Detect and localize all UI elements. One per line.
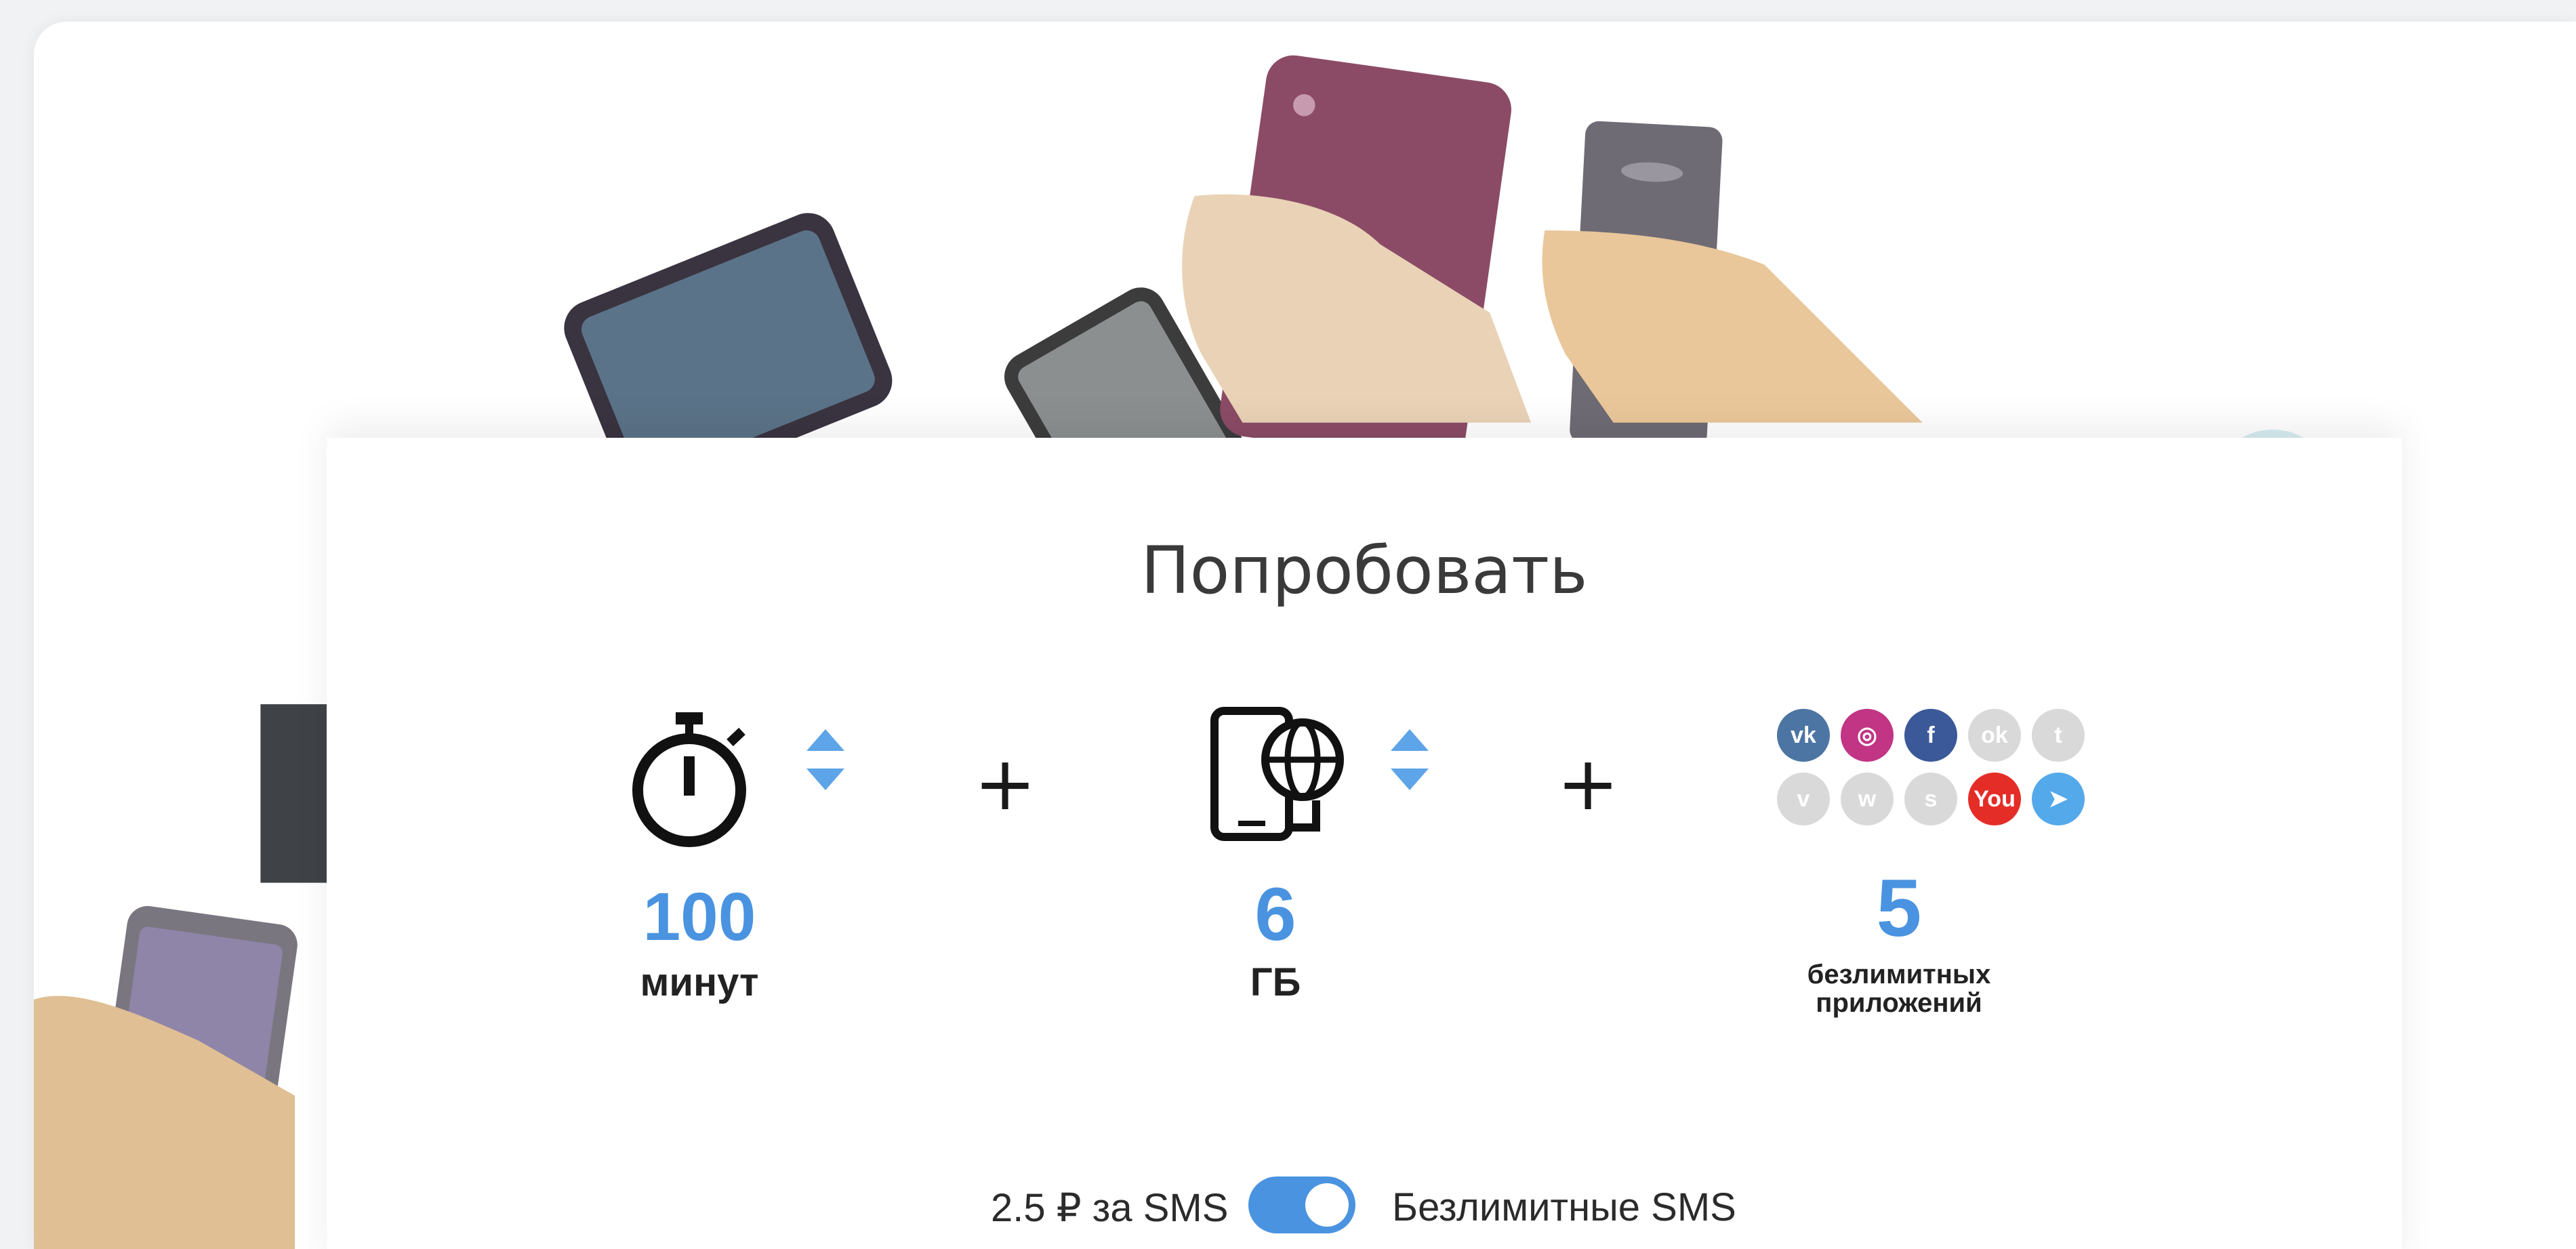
page-title: Попробовать (1141, 533, 1588, 609)
skype-icon[interactable]: s (1904, 773, 1957, 825)
minutes-value: 100 (642, 879, 756, 955)
toggle-knob (1305, 1183, 1349, 1227)
data-unit: ГБ (1250, 960, 1301, 1004)
decor-shape (260, 704, 329, 883)
minutes-up-arrow[interactable] (806, 729, 844, 751)
tariff-card: Попробовать 100 минут + 6 ГБ + vk ◎ f ok… (327, 438, 2402, 1249)
telegram-icon[interactable]: ➤ (2032, 773, 2085, 825)
minutes-down-arrow[interactable] (806, 769, 844, 790)
stopwatch-icon (632, 712, 746, 847)
plus-sign: + (974, 740, 1037, 827)
data-stepper[interactable] (1389, 729, 1430, 790)
facebook-icon[interactable]: f (1904, 709, 1957, 762)
apps-unit-line2: приложений (1816, 988, 1982, 1018)
vk-icon[interactable]: vk (1777, 709, 1830, 762)
phone-globe-icon (1210, 707, 1344, 841)
viber-icon[interactable]: v (1777, 773, 1830, 825)
minutes-stepper[interactable] (805, 729, 846, 790)
apps-grid: vk ◎ f ok t v w s You ➤ (1777, 709, 2089, 838)
page-card: Попробовать 100 минут + 6 ГБ + vk ◎ f ok… (34, 22, 2576, 1249)
data-down-arrow[interactable] (1391, 769, 1429, 790)
youtube-icon[interactable]: You (1968, 773, 2021, 825)
sms-paid-label[interactable]: 2.5 ₽ за SMS (991, 1185, 1228, 1231)
sms-unlimited-label[interactable]: Безлимитные SMS (1392, 1185, 1736, 1230)
data-up-arrow[interactable] (1391, 729, 1429, 751)
apps-value: 5 (1876, 863, 1922, 954)
plus-sign-2: + (1557, 740, 1620, 827)
data-value: 6 (1254, 873, 1296, 956)
instagram-icon[interactable]: ◎ (1841, 709, 1894, 762)
odnoklassniki-icon[interactable]: ok (1968, 709, 2021, 762)
apps-unit-line1: безлимитных (1807, 960, 1991, 989)
whatsapp-icon[interactable]: w (1841, 773, 1894, 825)
sms-toggle[interactable] (1248, 1176, 1355, 1233)
twitter-icon[interactable]: t (2032, 709, 2085, 762)
minutes-unit: минут (640, 960, 759, 1004)
sms-option-row: 2.5 ₽ за SMS Безлимитные SMS (327, 1170, 2402, 1244)
hand-illustration-right (1542, 230, 1923, 423)
